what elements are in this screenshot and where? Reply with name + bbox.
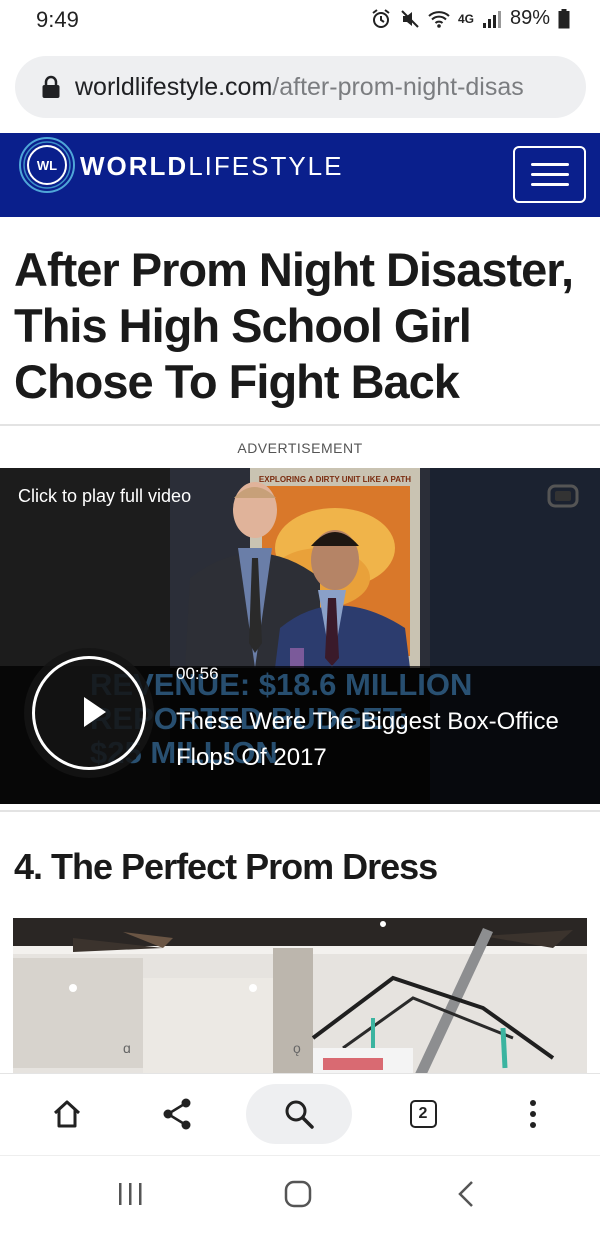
tabs-button[interactable]: 2 [396, 1084, 450, 1144]
browser-toolbar: 2 [0, 1073, 600, 1155]
share-icon [163, 1098, 191, 1130]
status-icons: 4G 89% [370, 7, 570, 30]
logo-light-text: LIFESTYLE [188, 151, 344, 181]
svg-text:ɑ: ɑ [123, 1040, 131, 1056]
video-player[interactable]: EXPLORING A DIRTY UNIT LIKE A PATH REVEN… [0, 468, 600, 804]
battery-percent: 89% [509, 7, 550, 29]
poster-text: EXPLORING A DIRTY UNIT LIKE A PATH [259, 475, 411, 484]
play-button-ring [32, 656, 146, 770]
address-bar[interactable]: worldlifestyle.com/after-prom-night-disa… [15, 56, 586, 118]
alarm-icon [372, 8, 390, 28]
system-nav-bar [0, 1155, 600, 1233]
site-logo-text[interactable]: WORLDLIFESTYLE [80, 151, 343, 182]
status-bar: 9:49 4G 89% [0, 0, 600, 44]
recents-icon [119, 1183, 142, 1205]
logo-bold-text: WORLD [80, 151, 189, 181]
home-button[interactable] [40, 1084, 94, 1144]
video-duration: 00:56 [176, 664, 219, 683]
logo-badge-text: WL [37, 158, 57, 173]
divider [0, 810, 600, 812]
share-button[interactable] [150, 1084, 204, 1144]
url-domain: worldlifestyle.com [75, 72, 273, 101]
svg-text:ǫ: ǫ [293, 1040, 301, 1056]
video-title[interactable]: These Were The Biggest Box-Office Flops … [176, 704, 566, 776]
nav-home-button[interactable] [268, 1174, 328, 1214]
more-menu-button[interactable] [506, 1084, 560, 1144]
advertisement-label: ADVERTISEMENT [237, 440, 363, 456]
recents-button[interactable] [100, 1174, 160, 1214]
back-button[interactable] [436, 1174, 496, 1214]
play-icon [84, 697, 106, 727]
back-icon [458, 1181, 473, 1207]
address-bar-area: worldlifestyle.com/after-prom-night-disa… [0, 44, 600, 130]
article-headline: After Prom Night Disaster, This High Sch… [14, 243, 574, 408]
more-vertical-icon [530, 1100, 536, 1128]
signal-icon [482, 10, 501, 28]
play-button[interactable] [24, 648, 154, 778]
menu-icon-line [531, 173, 569, 176]
nav-home-icon [284, 1180, 312, 1208]
wifi-icon [428, 10, 450, 28]
site-header: WL WORLDLIFESTYLE [0, 133, 600, 217]
search-icon [285, 1100, 314, 1129]
section-title: 4. The Perfect Prom Dress [14, 846, 438, 887]
menu-icon-line [531, 163, 569, 166]
article-image: ɑ ǫ [13, 918, 587, 1078]
status-time: 9:49 [36, 7, 79, 32]
divider [0, 424, 600, 426]
lock-icon [42, 75, 60, 98]
menu-icon-line [531, 183, 569, 186]
network-label: 4G [457, 11, 474, 26]
mute-icon [401, 9, 419, 28]
battery-icon [558, 8, 570, 28]
search-button[interactable] [246, 1084, 352, 1144]
tabs-icon: 2 [409, 1100, 437, 1128]
cast-icon[interactable] [546, 482, 580, 510]
home-icon [53, 1100, 81, 1128]
site-logo-badge[interactable]: WL [18, 136, 76, 194]
click-to-play-label[interactable]: Click to play full video [18, 486, 191, 507]
menu-button[interactable] [513, 146, 586, 203]
url-path: /after-prom-night-disas [272, 72, 524, 101]
